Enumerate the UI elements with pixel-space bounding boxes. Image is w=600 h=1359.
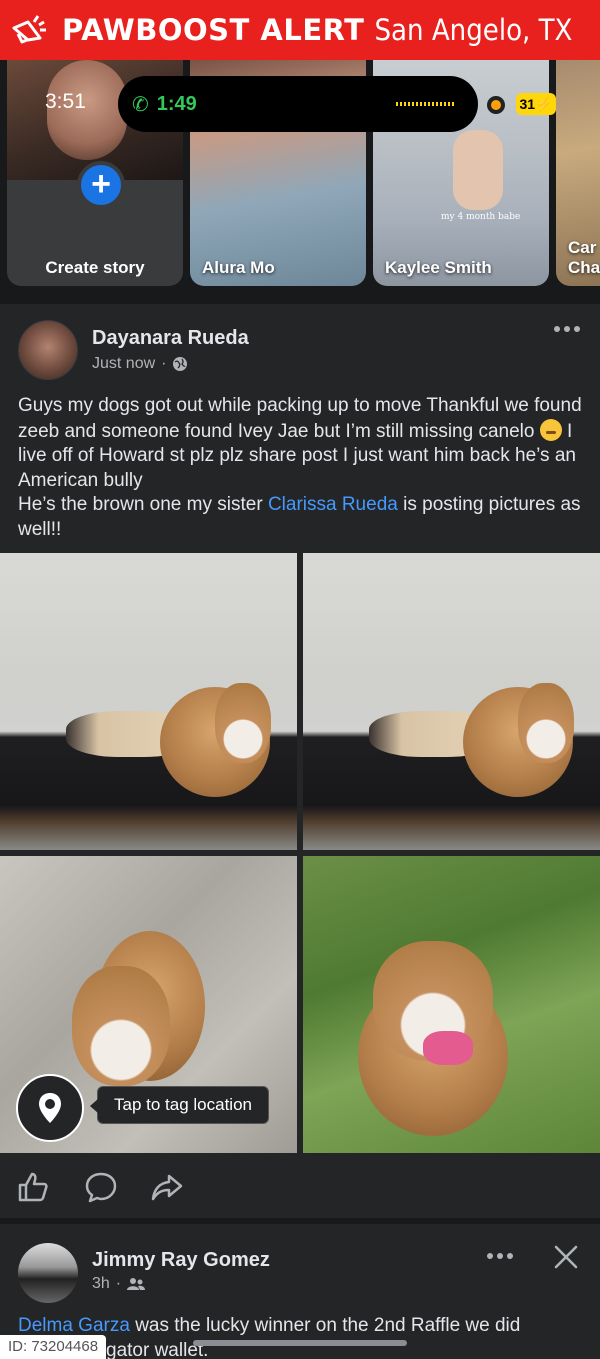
post-photo-4[interactable] xyxy=(303,856,600,1153)
avatar[interactable] xyxy=(18,320,78,380)
share-icon[interactable] xyxy=(150,1170,184,1204)
post2-time[interactable]: 3h xyxy=(92,1275,110,1293)
mention-link[interactable]: Clarissa Rueda xyxy=(268,494,398,515)
story-label-alura: Alura Mo xyxy=(202,258,275,277)
close-icon[interactable] xyxy=(553,1244,579,1270)
recording-dot-icon xyxy=(487,96,505,114)
post-photo-2[interactable] xyxy=(303,553,600,850)
tag-location-button[interactable] xyxy=(16,1074,84,1142)
post-author[interactable]: Dayanara Rueda xyxy=(92,327,249,350)
alert-brand: PAWBOOST ALERT xyxy=(62,13,365,47)
post-photo-1[interactable] xyxy=(0,553,297,850)
comment-icon[interactable] xyxy=(84,1170,118,1204)
more-options-icon[interactable] xyxy=(552,324,582,334)
post-text: Guys my dogs got out while packing up to… xyxy=(18,394,588,542)
phone-icon: ✆ xyxy=(132,93,149,116)
battery-indicator: 31⚡ xyxy=(516,93,556,115)
divider xyxy=(0,1218,600,1224)
more-options-icon[interactable] xyxy=(486,1251,514,1261)
alert-city: San Angelo, TX xyxy=(374,13,573,47)
friends-icon xyxy=(127,1278,146,1290)
post-text-part1: Guys my dogs got out while packing up to… xyxy=(18,395,582,442)
divider xyxy=(0,298,600,304)
story-label-create: Create story xyxy=(45,258,145,277)
avatar[interactable] xyxy=(18,1243,78,1303)
meta-dot: · xyxy=(115,1275,122,1292)
post-time[interactable]: Just now xyxy=(92,355,155,373)
post-actions xyxy=(0,1160,600,1218)
pawboost-alert-banner: PAWBOOST ALERT San Angelo, TX xyxy=(0,0,600,60)
post2-text-part1: was the lucky winner on the 2nd Raffle w… xyxy=(129,1315,521,1336)
audio-wave-icon xyxy=(396,102,454,106)
dog-face xyxy=(518,683,574,763)
post-text-part3: He’s the brown one my sister xyxy=(18,494,268,515)
home-indicator[interactable] xyxy=(193,1340,407,1346)
post2-author[interactable]: Jimmy Ray Gomez xyxy=(92,1249,270,1272)
active-call-pill[interactable]: ✆ 1:49 xyxy=(118,76,478,132)
mention-link[interactable]: Delma Garza xyxy=(18,1315,130,1336)
status-time: 3:51 xyxy=(45,90,86,113)
megaphone-icon xyxy=(12,15,46,44)
dog-face xyxy=(215,683,271,763)
story-car[interactable]: Car Cha xyxy=(556,60,600,286)
post2-meta: 3h · xyxy=(92,1275,146,1293)
story-caption: my 4 month babe xyxy=(441,212,521,222)
like-icon[interactable] xyxy=(16,1170,50,1204)
screen: PAWBOOST ALERT San Angelo, TX 3:51 + Cre… xyxy=(0,0,600,1359)
location-pin-icon xyxy=(39,1093,61,1123)
story-label-kaylee: Kaylee Smith xyxy=(385,258,492,277)
post-meta: Just now · xyxy=(92,355,188,373)
plus-icon[interactable]: + xyxy=(77,161,125,209)
dog-tongue xyxy=(423,1031,473,1065)
meta-dot: · xyxy=(161,355,167,372)
dog-face xyxy=(72,966,170,1086)
globe-icon xyxy=(173,357,188,371)
story-label-car: Car Cha xyxy=(568,238,600,277)
tag-location-tooltip: Tap to tag location xyxy=(90,1086,269,1124)
story-photo-baby xyxy=(453,130,503,210)
call-duration: 1:49 xyxy=(156,92,197,115)
id-badge: ID: 73204468 xyxy=(0,1335,107,1359)
battery-level: 31 xyxy=(519,96,536,112)
sad-face-emoji-icon xyxy=(539,418,562,441)
